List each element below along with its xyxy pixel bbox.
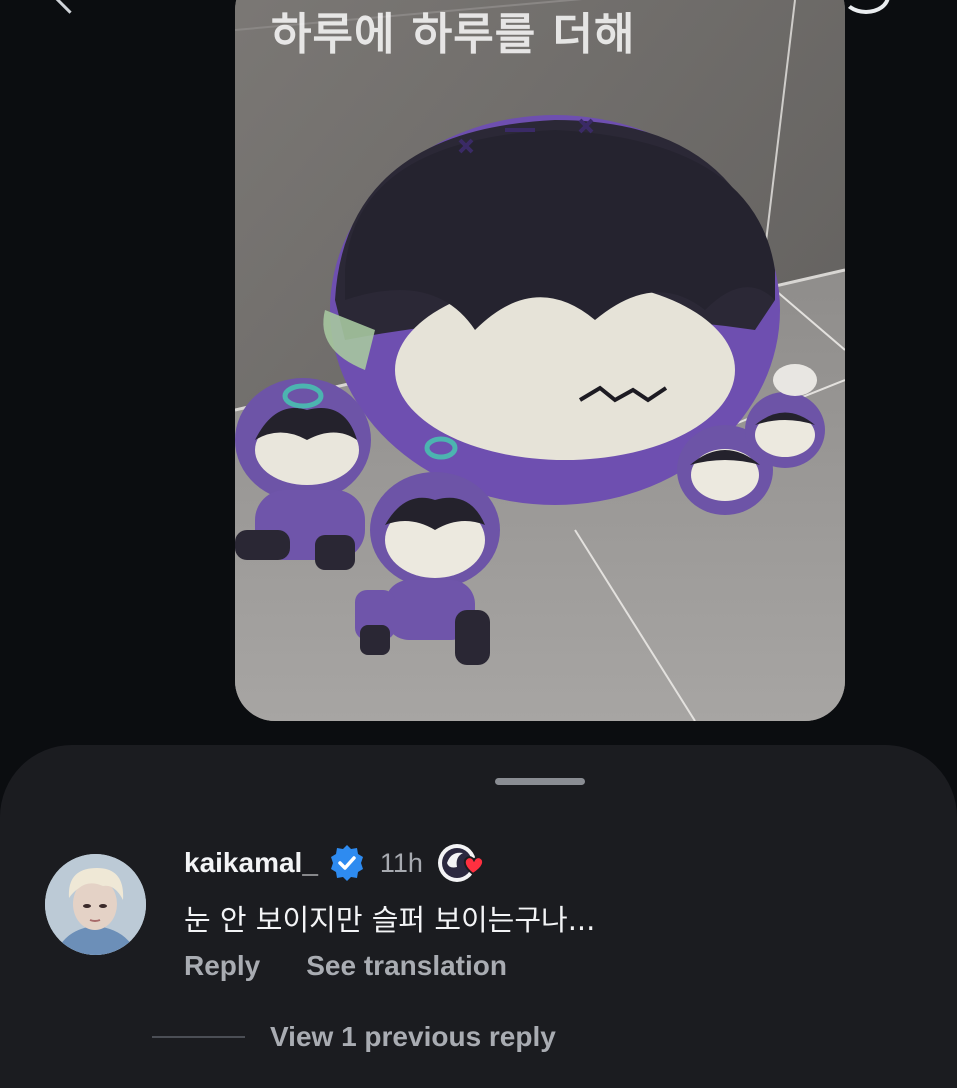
reply-button[interactable]: Reply [184,950,260,982]
comment-username[interactable]: kaikamal_ [184,847,318,879]
refresh-icon[interactable] [842,0,890,14]
liked-by-author-icon [437,841,493,885]
view-replies-label: View 1 previous reply [270,1021,556,1052]
story-caption: 하루에 하루를 더해 [271,9,636,60]
screen: 하루에 하루를 더해 kaikamal_ 11h 눈 안 보이지만 슬퍼 보이는… [0,0,957,1088]
view-previous-replies-button[interactable]: View 1 previous reply [152,1021,556,1053]
comment-text: 눈 안 보이지만 슬퍼 보이는구나... [184,903,596,937]
plush-photo [235,0,845,721]
comment-header: kaikamal_ 11h [184,843,493,883]
comment-actions: Reply See translation [184,950,507,982]
sheet-grabber-handle[interactable] [495,778,585,785]
comment-timestamp: 11h [379,847,423,878]
avatar[interactable] [45,854,146,955]
back-chevron-icon[interactable] [53,0,86,14]
avatar-photo [45,854,146,955]
verified-badge-icon [328,844,366,882]
comments-sheet: kaikamal_ 11h 눈 안 보이지만 슬퍼 보이는구나... Reply [0,745,957,1088]
see-translation-button[interactable]: See translation [306,950,507,982]
story-image[interactable]: 하루에 하루를 더해 [235,0,845,721]
replies-divider-line [152,1036,245,1038]
